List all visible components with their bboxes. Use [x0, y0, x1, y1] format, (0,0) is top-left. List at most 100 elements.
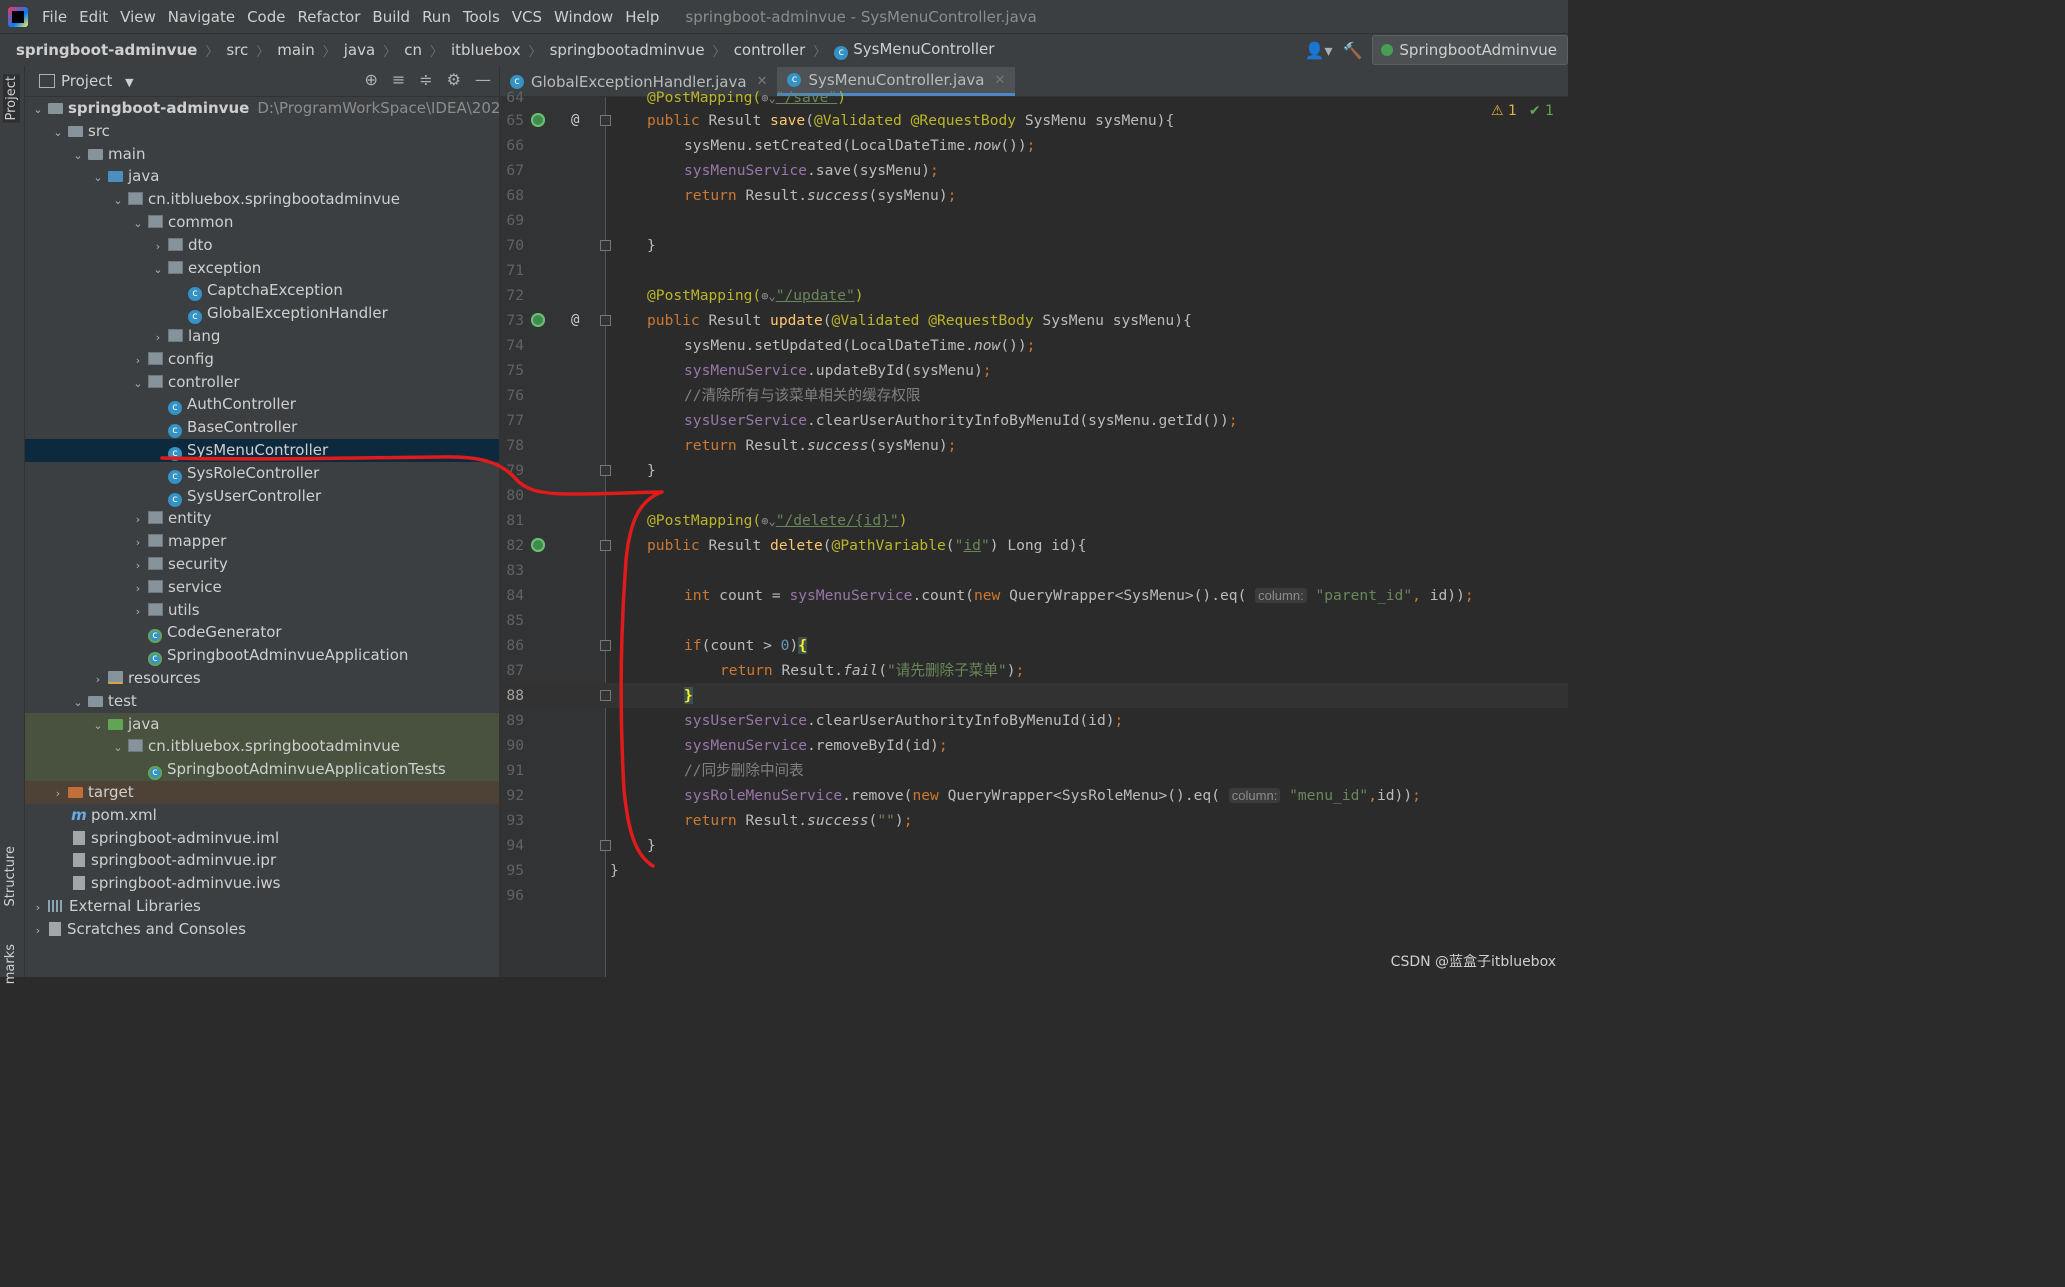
chevron-right-icon[interactable]: ›: [131, 578, 145, 601]
tree-item-codegenerator[interactable]: c CodeGenerator: [25, 621, 499, 644]
menu-navigate[interactable]: Navigate: [162, 8, 241, 26]
menu-help[interactable]: Help: [619, 8, 665, 26]
chevron-right-icon[interactable]: ›: [131, 532, 145, 555]
tree-item-main[interactable]: ⌄ main: [25, 143, 499, 166]
bookmarks-tool-tab[interactable]: marks: [3, 944, 18, 984]
gear-icon[interactable]: ⚙: [447, 70, 461, 89]
tree-item-captchaexception[interactable]: c CaptchaException: [25, 279, 499, 302]
breadcrumb-sysmenucontroller[interactable]: c SysMenuController: [832, 40, 996, 60]
tree-item-sysmenucontroller[interactable]: c SysMenuController: [25, 438, 499, 462]
tree-item-src[interactable]: ⌄ src: [25, 120, 499, 143]
chevron-down-icon[interactable]: ⌄: [111, 190, 125, 213]
menu-run[interactable]: Run: [416, 8, 457, 26]
spring-endpoint-icon[interactable]: [531, 113, 545, 127]
chevron-right-icon[interactable]: ›: [31, 897, 45, 920]
tree-item-controller[interactable]: ⌄ controller: [25, 371, 499, 394]
tree-item-exception[interactable]: ⌄ exception: [25, 257, 499, 280]
tree-item-test-java[interactable]: ⌄ java: [25, 712, 499, 738]
expand-all-icon[interactable]: ≡: [392, 70, 405, 89]
tree-item-sysusercontroller[interactable]: c SysUserController: [25, 485, 499, 508]
chevron-down-icon[interactable]: ⌄: [91, 167, 105, 190]
menu-vcs[interactable]: VCS: [506, 8, 548, 26]
breadcrumb-cn[interactable]: cn: [402, 41, 424, 59]
menu-view[interactable]: View: [114, 8, 162, 26]
chevron-right-icon[interactable]: ›: [131, 350, 145, 373]
tree-item-globalexceptionhandler[interactable]: c GlobalExceptionHandler: [25, 302, 499, 325]
tree-item-target[interactable]: › target: [25, 780, 499, 806]
tree-item-iml[interactable]: springboot-adminvue.iml: [25, 827, 499, 850]
chevron-down-icon[interactable]: ⌄: [131, 213, 145, 236]
tree-item-test-package[interactable]: ⌄ cn.itbluebox.springbootadminvue: [25, 735, 499, 760]
fold-marker-icon[interactable]: [600, 115, 611, 126]
chevron-down-icon[interactable]: ▼: [125, 76, 133, 89]
tree-item-utils[interactable]: › utils: [25, 599, 499, 622]
chevron-down-icon[interactable]: ⌄: [51, 122, 65, 145]
breadcrumb-src[interactable]: src: [224, 41, 250, 59]
breadcrumb-itbluebox[interactable]: itbluebox: [449, 41, 523, 59]
fold-marker-icon[interactable]: [600, 840, 611, 851]
locate-icon[interactable]: ⊕: [364, 70, 377, 89]
chevron-down-icon[interactable]: ⌄: [91, 715, 105, 738]
tree-item-applicationtests[interactable]: c SpringbootAdminvueApplicationTests: [25, 758, 499, 781]
tree-item-authcontroller[interactable]: c AuthController: [25, 393, 499, 416]
menu-code[interactable]: Code: [241, 8, 291, 26]
tree-item-dto[interactable]: › dto: [25, 234, 499, 257]
menu-refactor[interactable]: Refactor: [291, 8, 366, 26]
run-configuration-selector[interactable]: SpringbootAdminvue: [1372, 35, 1568, 65]
fold-marker-icon[interactable]: [600, 690, 611, 701]
tree-item-test[interactable]: ⌄ test: [25, 690, 499, 713]
tree-item-sysrolecontroller[interactable]: c SysRoleController: [25, 462, 499, 485]
tree-item-config[interactable]: › config: [25, 348, 499, 371]
tree-item-pom[interactable]: m pom.xml: [25, 804, 499, 827]
chevron-down-icon[interactable]: ⌄: [111, 737, 125, 760]
fold-marker-icon[interactable]: [600, 315, 611, 326]
chevron-right-icon[interactable]: ›: [151, 327, 165, 350]
menu-build[interactable]: Build: [366, 8, 416, 26]
menu-tools[interactable]: Tools: [457, 8, 506, 26]
chevron-down-icon[interactable]: ⌄: [71, 692, 85, 715]
fold-marker-icon[interactable]: [600, 465, 611, 476]
tree-item-mapper[interactable]: › mapper: [25, 530, 499, 553]
chevron-right-icon[interactable]: ›: [91, 669, 105, 692]
chevron-right-icon[interactable]: ›: [131, 509, 145, 532]
menu-file[interactable]: File: [36, 8, 73, 26]
chevron-down-icon[interactable]: ⌄: [31, 99, 45, 122]
tree-item-java[interactable]: ⌄ java: [25, 165, 499, 188]
tree-item-basecontroller[interactable]: c BaseController: [25, 416, 499, 439]
tree-item-lang[interactable]: › lang: [25, 325, 499, 348]
tree-item-external-libraries[interactable]: › External Libraries: [25, 895, 499, 918]
build-hammer-icon[interactable]: 🔨: [1342, 41, 1362, 60]
breadcrumb-project[interactable]: springboot-adminvue: [14, 41, 199, 59]
collapse-all-icon[interactable]: ≑: [419, 70, 432, 89]
tree-item-package[interactable]: ⌄ cn.itbluebox.springbootadminvue: [25, 188, 499, 211]
fold-marker-icon[interactable]: [600, 640, 611, 651]
tree-item-scratches[interactable]: › Scratches and Consoles: [25, 918, 499, 941]
tree-item-common[interactable]: ⌄ common: [25, 211, 499, 234]
structure-tool-tab[interactable]: Structure: [3, 846, 18, 906]
project-panel-title[interactable]: Project ▼: [61, 72, 134, 90]
tree-item-ipr[interactable]: springboot-adminvue.ipr: [25, 849, 499, 872]
menu-edit[interactable]: Edit: [73, 8, 114, 26]
tree-item-service[interactable]: › service: [25, 576, 499, 599]
fold-marker-icon[interactable]: [600, 540, 611, 551]
tree-item-root[interactable]: ⌄ springboot-adminvue D:\ProgramWorkSpace\…: [25, 97, 499, 120]
menu-window[interactable]: Window: [548, 8, 619, 26]
chevron-right-icon[interactable]: ›: [131, 555, 145, 578]
breadcrumb-springbootadminvue[interactable]: springbootadminvue: [548, 41, 707, 59]
user-icon[interactable]: 👤▾: [1305, 41, 1333, 60]
chevron-right-icon[interactable]: ›: [131, 601, 145, 624]
chevron-down-icon[interactable]: ⌄: [151, 259, 165, 282]
tree-item-springbootadminvueapplication[interactable]: c SpringbootAdminvueApplication: [25, 644, 499, 667]
breadcrumb-java[interactable]: java: [342, 41, 377, 59]
tree-item-entity[interactable]: › entity: [25, 507, 499, 530]
spring-endpoint-icon[interactable]: [531, 313, 545, 327]
chevron-down-icon[interactable]: ⌄: [71, 145, 85, 168]
fold-marker-icon[interactable]: [600, 240, 611, 251]
chevron-down-icon[interactable]: ⌄: [131, 373, 145, 396]
tree-item-iws[interactable]: springboot-adminvue.iws: [25, 872, 499, 895]
tree-item-resources[interactable]: › resources: [25, 667, 499, 690]
spring-endpoint-icon[interactable]: [531, 538, 545, 552]
chevron-right-icon[interactable]: ›: [31, 920, 45, 943]
chevron-right-icon[interactable]: ›: [151, 236, 165, 259]
chevron-right-icon[interactable]: ›: [51, 783, 65, 806]
